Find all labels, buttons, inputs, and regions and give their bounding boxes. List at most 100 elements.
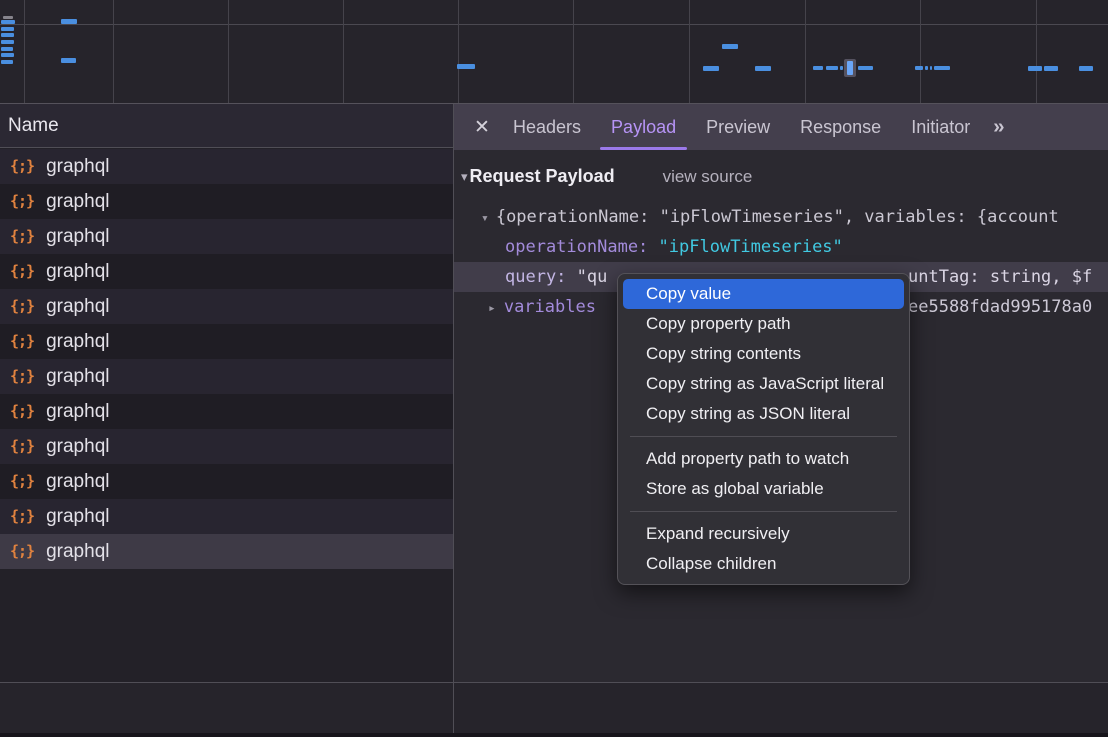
request-name-label: graphql xyxy=(46,226,109,248)
overview-request-bar xyxy=(1028,66,1042,71)
request-row[interactable]: {;}graphql xyxy=(0,394,453,429)
menu-item-copy-string-as-json-literal[interactable]: Copy string as JSON literal xyxy=(623,399,904,429)
overview-request-bar xyxy=(722,44,738,49)
json-braces-icon: {;} xyxy=(10,229,34,244)
json-braces-icon: {;} xyxy=(10,509,34,524)
tab-label: Response xyxy=(800,117,881,138)
json-braces-icon: {;} xyxy=(10,334,34,349)
menu-separator xyxy=(630,511,897,512)
overview-gridline xyxy=(24,0,25,103)
more-tabs-chevron-icon[interactable]: ›› xyxy=(993,116,1002,139)
overview-gridline xyxy=(689,0,690,103)
menu-separator xyxy=(630,436,897,437)
tab-label: Preview xyxy=(706,117,770,138)
query-key: query: xyxy=(505,267,566,287)
name-column-header[interactable]: Name xyxy=(0,104,453,148)
menu-item-copy-property-path[interactable]: Copy property path xyxy=(623,309,904,339)
json-braces-icon: {;} xyxy=(10,369,34,384)
tab-initiator[interactable]: Initiator xyxy=(896,104,985,150)
overview-gridline xyxy=(343,0,344,103)
request-name-label: graphql xyxy=(46,261,109,283)
operation-name-row[interactable]: operationName: "ipFlowTimeseries" xyxy=(454,232,1108,262)
overview-request-bar xyxy=(858,66,873,70)
request-row[interactable]: {;} graphql xyxy=(0,149,453,184)
request-row[interactable]: {;} graphql xyxy=(0,534,453,569)
request-row[interactable]: {;} graphql xyxy=(0,429,453,464)
overview-request-bar xyxy=(1,20,15,24)
overview-request-bar xyxy=(1,27,14,31)
overview-request-bar xyxy=(755,66,771,71)
request-row[interactable]: {;} graphql xyxy=(0,219,453,254)
json-braces-icon: {;} xyxy=(10,439,34,454)
request-name-label: graphql xyxy=(46,331,109,353)
overview-request-bar xyxy=(925,66,928,70)
request-row[interactable]: {;}graphql xyxy=(0,254,453,289)
request-row[interactable]: {;} graphql xyxy=(0,499,453,534)
overview-request-bar xyxy=(934,66,950,70)
menu-item-copy-value[interactable]: Copy value xyxy=(623,279,904,309)
request-row[interactable]: {;}graphql xyxy=(0,464,453,499)
request-row[interactable]: {;}graphql xyxy=(0,359,453,394)
overview-request-bar xyxy=(61,58,76,63)
json-braces-icon: {;} xyxy=(10,544,34,559)
overview-request-bar xyxy=(1,40,14,44)
variables-triangle-icon[interactable]: ▸ xyxy=(488,301,496,316)
tab-payload[interactable]: Payload xyxy=(596,104,691,150)
request-row[interactable]: {;}graphql xyxy=(0,184,453,219)
view-source-link[interactable]: view source xyxy=(663,167,753,187)
overview-request-bar xyxy=(1,33,14,37)
menu-item-collapse-children[interactable]: Collapse children xyxy=(623,549,904,579)
payload-root-row[interactable]: ▾ {operationName: "ipFlowTimeseries", var… xyxy=(454,202,1108,232)
root-preview-text: {operationName: "ipFlowTimeseries", vari… xyxy=(496,207,1059,227)
details-tab-bar: ✕ HeadersPayload Preview Response Initiator… xyxy=(454,104,1108,150)
overview-request-bar xyxy=(1079,66,1093,71)
query-value-end: untTag: string, $f xyxy=(908,262,1092,292)
root-triangle-icon[interactable]: ▾ xyxy=(481,211,489,226)
request-name-label: graphql xyxy=(46,471,109,493)
request-name-label: graphql xyxy=(46,506,109,528)
request-name-label: graphql xyxy=(46,541,109,563)
menu-item-copy-string-as-javascript-literal[interactable]: Copy string as JavaScript literal xyxy=(623,369,904,399)
devtools-screenshot: Name {;}graphql{;}graphql{;}graphql{;}gr… xyxy=(0,0,1110,740)
overview-request-bar xyxy=(840,66,843,70)
panel-divider[interactable] xyxy=(453,104,454,733)
requests-panel: Name {;}graphql{;}graphql{;}graphql{;}gr… xyxy=(0,104,453,682)
overview-request-bar xyxy=(847,61,853,75)
json-braces-icon: {;} xyxy=(10,404,34,419)
network-overview-timeline[interactable] xyxy=(0,0,1108,104)
overview-gridline xyxy=(458,0,459,103)
menu-item-store-as-global-variable[interactable]: Store as global variable xyxy=(623,474,904,504)
request-row[interactable]: {;}graphql xyxy=(0,289,453,324)
close-icon[interactable]: ✕ xyxy=(466,116,498,139)
overview-request-bar xyxy=(915,66,923,70)
request-name-label: graphql xyxy=(46,156,109,178)
status-footer xyxy=(0,682,1108,734)
operation-name-key: operationName: xyxy=(505,237,648,257)
overview-gridline xyxy=(113,0,114,103)
menu-item-expand-recursively[interactable]: Expand recursively xyxy=(623,519,904,549)
overview-gridline xyxy=(920,0,921,103)
overview-hline xyxy=(0,24,1108,25)
operation-name-value: "ipFlowTimeseries" xyxy=(659,237,843,257)
request-name-label: graphql xyxy=(46,436,109,458)
overview-request-bar xyxy=(703,66,719,71)
overview-gridline xyxy=(573,0,574,103)
request-list: {;} graphql {;} graphql {;} graphql {;} graphql… xyxy=(0,149,453,569)
overview-request-bar xyxy=(61,19,77,24)
tab-preview[interactable]: Preview xyxy=(691,104,785,150)
overview-request-bar xyxy=(457,64,475,69)
menu-item-copy-string-contents[interactable]: Copy string contents xyxy=(623,339,904,369)
overview-request-bar xyxy=(930,66,932,70)
menu-item-add-property-path-to-watch[interactable]: Add property path to watch xyxy=(623,444,904,474)
overview-request-bar xyxy=(1,47,13,51)
overview-request-bar xyxy=(1,53,14,57)
collapse-triangle-icon[interactable]: ▾ xyxy=(461,169,468,185)
tab-headers[interactable]: Headers xyxy=(498,104,596,150)
overview-gridline xyxy=(1036,0,1037,103)
request-row[interactable]: {;} graphql xyxy=(0,324,453,359)
json-braces-icon: {;} xyxy=(10,159,34,174)
request-name-label: graphql xyxy=(46,296,109,318)
overview-request-bar xyxy=(1,60,13,64)
overview-gridline xyxy=(228,0,229,103)
tab-response[interactable]: Response xyxy=(785,104,896,150)
